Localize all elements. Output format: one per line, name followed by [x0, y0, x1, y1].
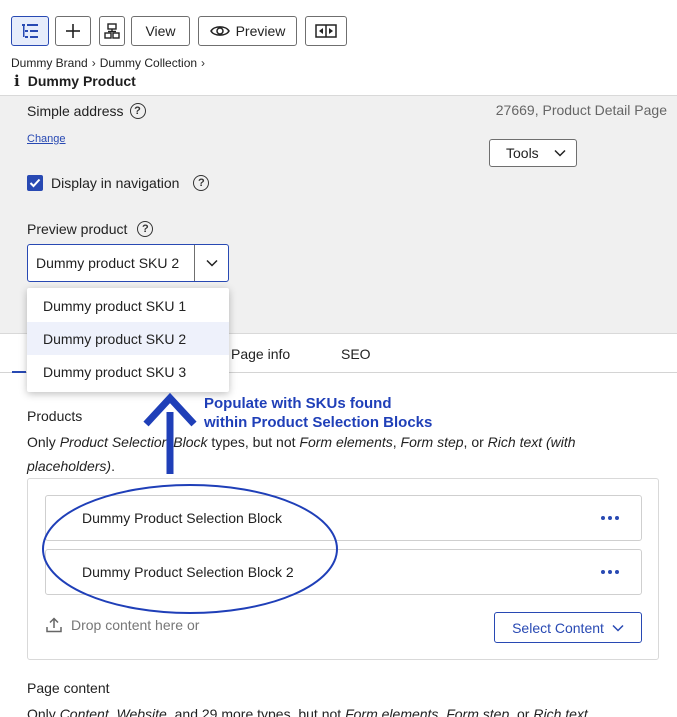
tools-dropdown-button[interactable]: Tools [489, 139, 577, 167]
products-label: Products [27, 408, 83, 424]
preview-button[interactable]: Preview [198, 16, 297, 46]
breadcrumb-collection[interactable]: Dummy Collection [100, 56, 197, 70]
breadcrumb-brand[interactable]: Dummy Brand [11, 56, 88, 70]
upload-icon [46, 617, 62, 633]
option-sku-2[interactable]: Dummy product SKU 2 [27, 322, 229, 355]
chevron-down-icon [554, 149, 566, 157]
simple-address-label: Simple address ? [27, 103, 146, 119]
tree-view-button[interactable] [11, 16, 49, 46]
compare-button[interactable] [305, 16, 347, 46]
select-content-label: Select Content [512, 619, 604, 636]
page-content-label: Page content [27, 680, 110, 696]
page-title-row: i Dummy Product [14, 72, 136, 90]
preview-product-label: Preview product [27, 221, 128, 237]
eye-icon [209, 26, 230, 36]
select-content-button[interactable]: Select Content [494, 612, 642, 643]
change-address-link[interactable]: Change [27, 133, 66, 145]
option-sku-3[interactable]: Dummy product SKU 3 [27, 355, 229, 388]
chevron-right-icon: › [201, 56, 206, 70]
display-in-navigation-row: Display in navigation ? [27, 175, 210, 191]
page-title: Dummy Product [27, 73, 136, 89]
list-item[interactable]: Dummy Product Selection Block 2 [45, 549, 642, 595]
add-button[interactable] [55, 16, 91, 46]
option-sku-1[interactable]: Dummy product SKU 1 [27, 289, 229, 322]
select-arrow[interactable] [194, 245, 228, 281]
list-tree-icon [22, 24, 38, 38]
chevron-down-icon [612, 624, 624, 632]
more-options-icon[interactable] [601, 570, 619, 574]
annotation-note: Populate with SKUs found within Product … [204, 394, 454, 432]
display-in-navigation-label: Display in navigation [51, 175, 180, 191]
compare-arrows-icon [315, 24, 337, 38]
block-name: Dummy Product Selection Block [82, 510, 282, 526]
help-icon[interactable]: ? [129, 103, 146, 119]
simple-address-text: Simple address [27, 103, 124, 119]
page-id-info: 27669, Product Detail Page [495, 102, 667, 118]
layout-blocks-icon [104, 23, 120, 39]
products-content-area[interactable]: Dummy Product Selection Block Dummy Prod… [27, 478, 659, 660]
drop-zone[interactable]: Drop content here or [45, 617, 199, 633]
active-tab-indicator [12, 371, 26, 373]
products-description: Only Product Selection Block types, but … [27, 434, 576, 474]
tools-label: Tools [506, 145, 539, 161]
plus-icon [66, 24, 80, 38]
preview-product-label-row: Preview product ? [27, 221, 154, 237]
preview-product-select[interactable]: Dummy product SKU 2 [27, 244, 229, 282]
view-button[interactable]: View [131, 16, 190, 46]
drop-hint: Drop content here or [71, 617, 200, 633]
block-name: Dummy Product Selection Block 2 [82, 564, 294, 580]
view-button-label: View [145, 23, 176, 39]
chevron-down-icon [205, 259, 218, 267]
help-icon[interactable]: ? [137, 221, 154, 237]
annotation-line-2: within Product Selection Blocks [204, 414, 433, 431]
display-in-navigation-checkbox[interactable] [27, 175, 43, 191]
breadcrumb: Dummy Brand › Dummy Collection › [11, 56, 205, 70]
annotation-line-1: Populate with SKUs found [204, 395, 392, 412]
preview-product-value: Dummy product SKU 2 [36, 255, 180, 271]
tab-page-info[interactable]: Page info [231, 346, 290, 362]
structure-button[interactable] [99, 16, 125, 46]
preview-button-label: Preview [235, 23, 286, 39]
check-icon [29, 178, 41, 188]
info-icon[interactable]: i [14, 72, 20, 90]
list-item[interactable]: Dummy Product Selection Block [45, 495, 642, 541]
help-icon[interactable]: ? [193, 175, 210, 191]
page-content-description: Only Content, Website, and 29 more types… [27, 706, 588, 717]
preview-product-options: Dummy product SKU 1 Dummy product SKU 2 … [27, 288, 229, 392]
top-toolbar: View Preview [0, 0, 677, 50]
chevron-right-icon: › [91, 56, 96, 70]
tab-seo[interactable]: SEO [341, 346, 371, 362]
more-options-icon[interactable] [601, 516, 619, 520]
